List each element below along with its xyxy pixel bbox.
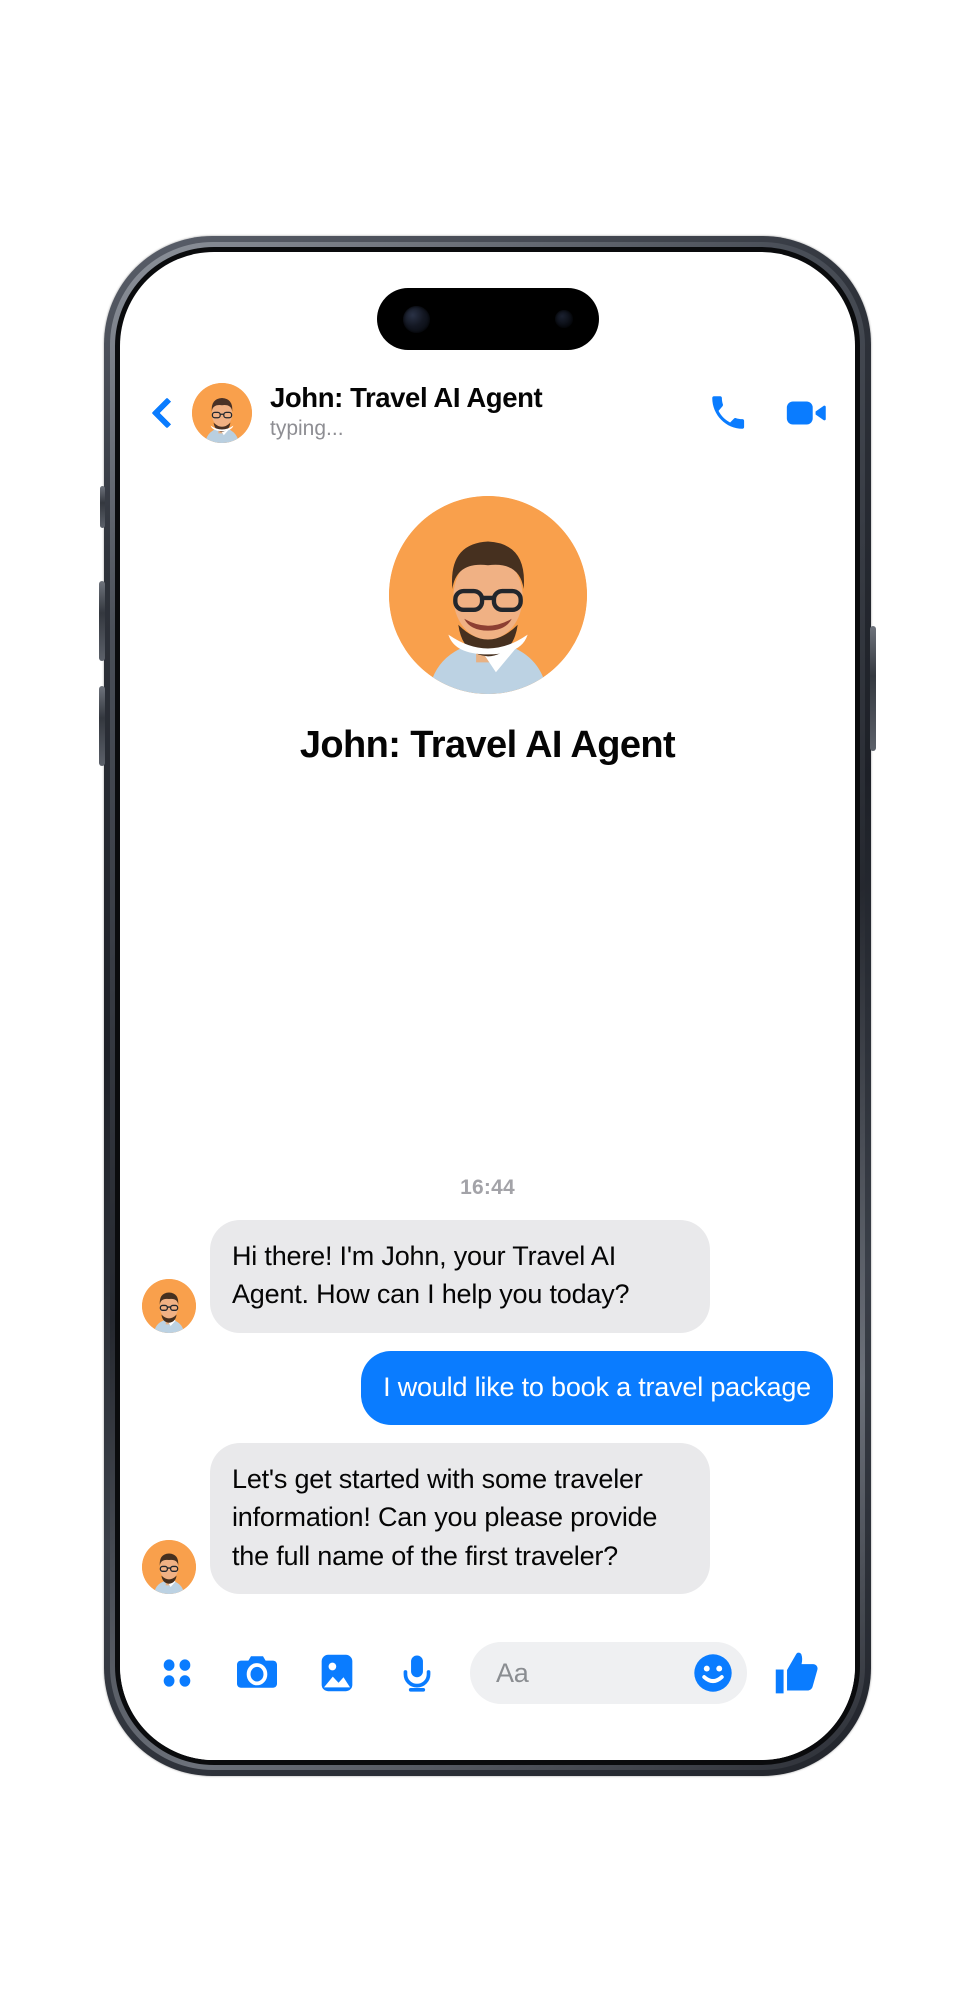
- conversation-intro: John: Travel AI Agent: [120, 456, 855, 767]
- intro-profile-name: John: Travel AI Agent: [299, 724, 676, 766]
- back-button[interactable]: [142, 386, 186, 440]
- microphone-icon: [403, 1655, 431, 1692]
- header-title: John: Travel AI Agent: [270, 382, 543, 414]
- silent-switch-button[interactable]: [100, 486, 105, 528]
- video-call-icon: [786, 401, 826, 425]
- message-row: I would like to book a travel package: [142, 1350, 833, 1426]
- message-sender-avatar[interactable]: [142, 1278, 196, 1333]
- profile-portrait-icon: [388, 496, 587, 694]
- app-grid-icon: [163, 1659, 191, 1687]
- chat-header: John: Travel AI Agent typing...: [120, 370, 855, 456]
- message-sender-avatar[interactable]: [142, 1540, 196, 1594]
- header-status-text: typing...: [270, 417, 344, 441]
- camera-button[interactable]: [230, 1646, 284, 1700]
- header-contact-avatar[interactable]: [192, 383, 252, 443]
- message-row: Hi there! I'm John, your Travel AI Agent…: [142, 1220, 833, 1333]
- thumbs-up-icon: [775, 1652, 818, 1694]
- back-chevron-icon: [151, 397, 183, 429]
- phone-call-button[interactable]: [707, 392, 749, 434]
- camera-icon: [237, 1656, 277, 1688]
- message-input-field[interactable]: Aa: [470, 1642, 747, 1704]
- dynamic-island: [376, 288, 599, 350]
- header-text-group: John: Travel AI Agent typing...: [270, 383, 697, 442]
- phone-screen: John: Travel AI Agent typing... John: Tr…: [120, 252, 855, 1760]
- app-grid-button[interactable]: [150, 1646, 204, 1700]
- intro-profile-avatar[interactable]: [388, 496, 587, 694]
- message-list: 16:44 Hi there! I'm John, your Travel AI…: [120, 767, 855, 1620]
- avatar-portrait-icon: [142, 1278, 196, 1333]
- message-bubble-incoming[interactable]: Hi there! I'm John, your Travel AI Agent…: [210, 1220, 710, 1333]
- face-id-sensor-icon: [554, 310, 573, 328]
- conversation-timestamp: 16:44: [460, 1176, 515, 1200]
- microphone-button[interactable]: [390, 1646, 444, 1700]
- thumbs-up-button[interactable]: [769, 1645, 825, 1701]
- message-row: Let's get started with some traveler inf…: [142, 1443, 833, 1594]
- power-button[interactable]: [870, 626, 876, 751]
- phone-call-icon: [712, 396, 745, 429]
- phone-device-frame: John: Travel AI Agent typing... John: Tr…: [99, 236, 876, 1776]
- front-camera-icon: [402, 305, 430, 333]
- photo-gallery-button[interactable]: [310, 1646, 364, 1700]
- avatar-portrait-icon: [142, 1540, 196, 1594]
- photo-gallery-icon: [321, 1654, 353, 1692]
- volume-down-button[interactable]: [99, 686, 105, 766]
- header-actions: [707, 390, 829, 436]
- avatar-portrait-icon: [192, 383, 252, 443]
- message-bubble-incoming[interactable]: Let's get started with some traveler inf…: [210, 1443, 710, 1594]
- screenshot-stage: John: Travel AI Agent typing... John: Tr…: [0, 0, 975, 2012]
- smiley-face-icon: [694, 1654, 732, 1692]
- emoji-picker-button[interactable]: [691, 1651, 735, 1695]
- video-call-button[interactable]: [783, 390, 829, 436]
- message-input-placeholder: Aa: [496, 1657, 529, 1688]
- message-bubble-outgoing[interactable]: I would like to book a travel package: [361, 1350, 833, 1426]
- message-input-bar: Aa: [120, 1620, 855, 1760]
- volume-up-button[interactable]: [99, 581, 105, 661]
